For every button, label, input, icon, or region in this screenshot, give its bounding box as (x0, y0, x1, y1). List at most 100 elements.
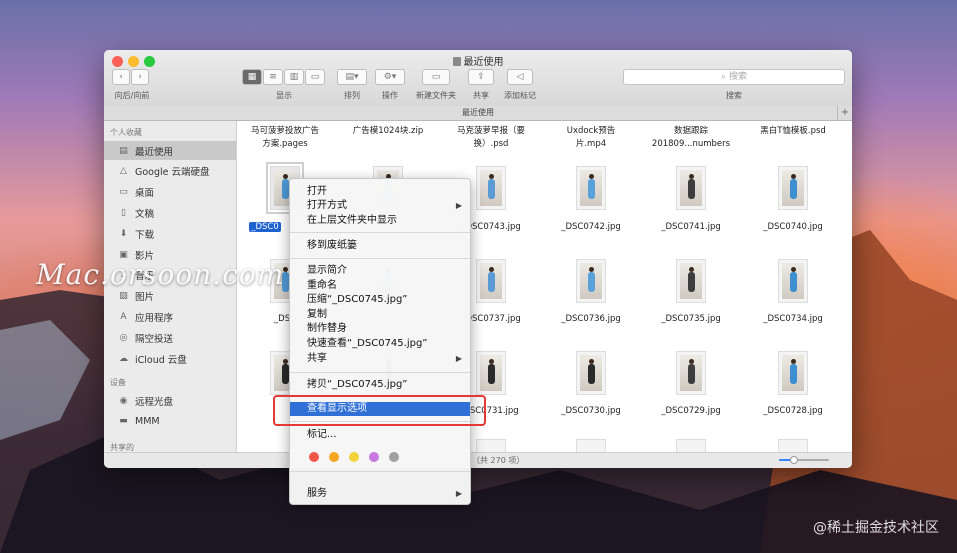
file-item[interactable]: 马克菠萝早报（要 换）.psd (445, 125, 537, 151)
photo-thumbnail[interactable] (576, 439, 606, 453)
list-view-button[interactable]: ≡ (263, 69, 283, 85)
back-forward-label: 向后/向前 (114, 91, 150, 100)
icon-view-button[interactable]: ▦ (242, 69, 262, 85)
new-folder-button[interactable]: ▭ (422, 69, 450, 85)
menu-compress[interactable]: 压缩“_DSC0745.jpg” (290, 293, 470, 307)
chevron-left-icon: ‹ (119, 72, 123, 82)
folder-icon: ▭ (431, 72, 441, 82)
tag-label: 添加标记 (504, 91, 536, 100)
photo-thumbnail[interactable] (476, 439, 506, 453)
file-item[interactable]: 黑白T恤模板.psd (747, 125, 839, 138)
sidebar-item-label: 桌面 (135, 188, 155, 200)
file-name: _DSC0729.jpg (661, 406, 721, 416)
share-label: 共享 (473, 91, 489, 100)
file-name-line: 201809...numbers (651, 139, 731, 149)
sidebar-item-label: MMM (135, 415, 160, 427)
photo-person (488, 272, 495, 292)
arrange-icon: ▤▾ (345, 72, 359, 82)
photo-thumbnail[interactable] (476, 351, 506, 395)
menu-move-to-trash[interactable]: 移到废纸篓 (290, 239, 470, 253)
gallery-view-button[interactable]: ▭ (305, 69, 325, 85)
photo-thumbnail[interactable] (778, 351, 808, 395)
photo-thumbnail[interactable] (676, 351, 706, 395)
sidebar-item-label: 隔空投送 (135, 333, 174, 345)
menu-get-info[interactable]: 显示简介 (290, 264, 470, 278)
slider-knob[interactable] (790, 456, 798, 464)
menu-open-with[interactable]: 打开方式 ▶ (290, 199, 470, 213)
watermark-site: @稀土掘金技术社区 (813, 520, 939, 536)
photo-thumbnail[interactable] (778, 166, 808, 210)
file-name-line: 黑白T恤模板.psd (760, 126, 826, 136)
tab-bar: 最近使用 + (104, 106, 852, 121)
disk-icon: ▬ (119, 416, 128, 426)
tag-button[interactable]: ◁ (507, 69, 533, 85)
menu-show-in-enclosing-folder[interactable]: 在上层文件夹中显示 (290, 214, 470, 228)
submenu-arrow-icon: ▶ (455, 201, 462, 210)
file-item[interactable]: 数据跟踪 201809...numbers (645, 125, 737, 151)
menu-open[interactable]: 打开 (290, 185, 470, 199)
column-view-button[interactable]: ▥ (284, 69, 304, 85)
file-item[interactable]: 马可菠萝投放广告 方案.pages (239, 125, 331, 151)
sidebar-item[interactable]: ☁ iCloud 云盘 (104, 349, 236, 368)
chevron-right-icon: › (138, 72, 142, 82)
tag-color-dot[interactable] (329, 452, 339, 462)
menu-copy[interactable]: 拷贝“_DSC0745.jpg” (290, 378, 470, 392)
file-item[interactable]: 广告模1024块.zip (342, 125, 434, 138)
tag-color-dot[interactable] (389, 452, 399, 462)
menu-services[interactable]: 服务 ▶ (290, 487, 470, 501)
photo-thumbnail[interactable] (576, 166, 606, 210)
sidebar-item[interactable]: A 应用程序 (104, 307, 236, 326)
sidebar-device[interactable]: ◉ 远程光盘 (104, 391, 236, 410)
photo-thumbnail[interactable] (576, 259, 606, 303)
view-label: 显示 (276, 91, 292, 100)
photo-thumbnail[interactable] (676, 259, 706, 303)
photo-thumbnail[interactable] (676, 439, 706, 453)
menu-share[interactable]: 共享 ▶ (290, 352, 470, 366)
tag-icon: ◁ (516, 72, 524, 82)
photo-thumbnail[interactable] (576, 351, 606, 395)
forward-button[interactable]: › (131, 69, 149, 85)
photo-thumbnail[interactable] (778, 439, 808, 453)
arrange-button[interactable]: ▤▾ (337, 69, 367, 85)
sidebar-item[interactable]: ▯ 文稿 (104, 203, 236, 222)
back-button[interactable]: ‹ (112, 69, 130, 85)
photo-thumbnail[interactable] (476, 166, 506, 210)
photo-person (282, 179, 289, 199)
selected-file-name-text: _DSC0 (249, 222, 281, 232)
menu-rename[interactable]: 重命名 (290, 279, 470, 293)
status-bar: （共 270 项） (104, 452, 852, 468)
devices-header: 设备 (110, 378, 126, 387)
tag-color-dot[interactable] (309, 452, 319, 462)
google-drive-icon: △ (120, 166, 127, 177)
share-button[interactable]: ⇪ (468, 69, 494, 85)
gallery-icon: ▭ (310, 72, 320, 82)
columns-icon: ▥ (289, 72, 299, 82)
photo-thumbnail[interactable] (476, 259, 506, 303)
sidebar-device[interactable]: ▬ MMM (104, 412, 236, 431)
sidebar-item[interactable]: ⬇ 下载 (104, 224, 236, 243)
sidebar-item[interactable]: ▭ 桌面 (104, 183, 236, 202)
tab-recent[interactable]: 最近使用 (462, 108, 494, 117)
menu-make-alias[interactable]: 制作替身 (290, 322, 470, 336)
recent-folder-icon (452, 57, 461, 66)
file-name: _DSC0740.jpg (763, 222, 823, 232)
photo-thumbnail[interactable] (676, 166, 706, 210)
search-input[interactable]: ⌕ 搜索 (623, 69, 845, 85)
tag-color-dot[interactable] (349, 452, 359, 462)
icon-size-slider[interactable] (779, 456, 829, 464)
tag-color-dot[interactable] (369, 452, 379, 462)
action-button[interactable]: ⚙▾ (375, 69, 405, 85)
sidebar-item[interactable]: ▤ 最近使用 (104, 141, 236, 160)
sidebar-item[interactable]: ◎ 隔空投送 (104, 328, 236, 347)
menu-tags[interactable]: 标记... (290, 428, 470, 442)
file-name-line: 马可菠萝投放广告 (250, 126, 319, 136)
highlight-annotation (273, 395, 486, 426)
photo-thumbnail[interactable] (778, 259, 808, 303)
file-item[interactable]: Uxdock预告 片.mp4 (545, 125, 637, 151)
menu-duplicate[interactable]: 复制 (290, 308, 470, 322)
photo-person (688, 179, 695, 199)
new-tab-button[interactable]: + (837, 106, 852, 120)
menu-quick-look[interactable]: 快速查看“_DSC0745.jpg” (290, 337, 470, 351)
sidebar-item[interactable]: △ Google 云端硬盘 (104, 162, 236, 181)
grid-icon: ▦ (247, 72, 257, 82)
